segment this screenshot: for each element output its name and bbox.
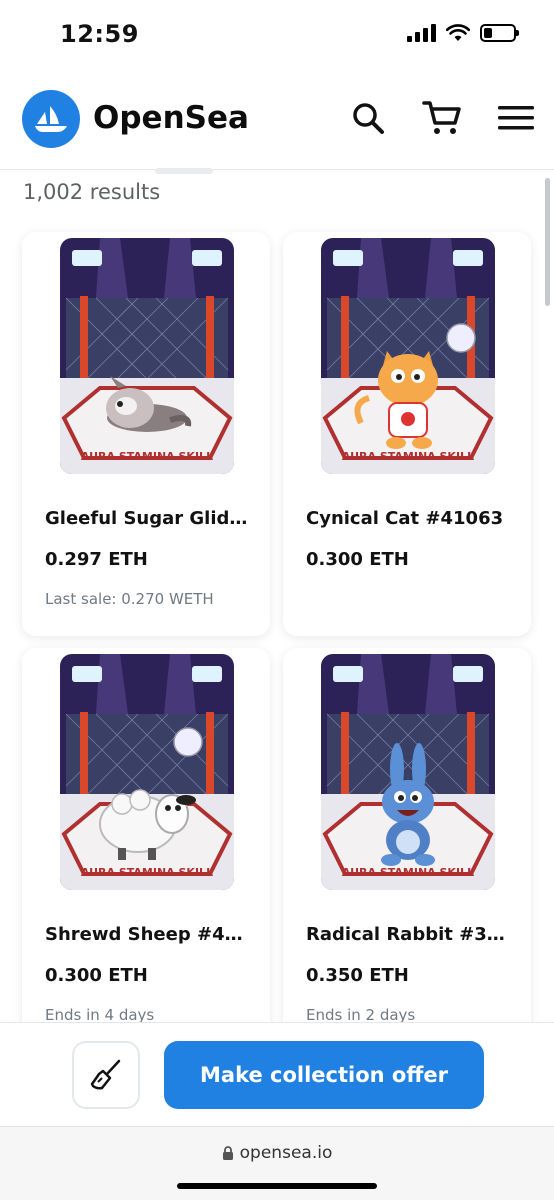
results-count: 1,002 results: [23, 180, 161, 204]
menu-button[interactable]: [496, 98, 536, 138]
search-icon: [353, 103, 384, 134]
cart-button[interactable]: [422, 98, 462, 138]
wifi-icon: [446, 24, 470, 41]
scrollbar[interactable]: [545, 178, 550, 306]
svg-text:AURA STAMINA SKILL: AURA STAMINA SKILL: [81, 450, 213, 463]
signal-icon: [407, 24, 436, 42]
nft-price: 0.350 ETH: [306, 965, 409, 986]
cart-icon: [422, 101, 461, 134]
opensea-logo-icon[interactable]: [22, 90, 80, 148]
svg-text:AURA STAMINA SKILL: AURA STAMINA SKILL: [342, 450, 474, 463]
browser-bar: opensea.io: [0, 1126, 554, 1200]
nft-image[interactable]: AURA STAMINA SKILL: [60, 654, 234, 890]
url-text: opensea.io: [239, 1143, 333, 1163]
nft-name: Shrewd Sheep #4…: [45, 924, 243, 945]
menu-icon: [498, 106, 534, 130]
status-time: 12:59: [60, 20, 139, 48]
status-icons: [407, 24, 519, 42]
make-collection-offer-button[interactable]: Make collection offer: [164, 1041, 484, 1109]
url-field[interactable]: opensea.io: [0, 1143, 554, 1163]
nft-image[interactable]: AURA STAMINA SKILL: [60, 238, 234, 474]
home-indicator[interactable]: [177, 1183, 377, 1189]
status-bar: 12:59: [0, 0, 554, 74]
nft-price: 0.300 ETH: [45, 965, 148, 986]
nft-card[interactable]: AURA STAMINA SKILL Shrewd Sheep #4… 0.300…: [22, 648, 270, 1052]
nft-price: 0.300 ETH: [306, 549, 409, 570]
nft-card[interactable]: AURA STAMINA SKILL Cynical Cat #41063 0.3…: [283, 232, 531, 636]
svg-text:AURA STAMINA SKILL: AURA STAMINA SKILL: [81, 866, 213, 879]
lock-icon: [222, 1145, 233, 1160]
app-header: OpenSea: [0, 74, 554, 170]
nft-card[interactable]: AURA STAMINA SKILL Gleeful Sugar Glid… 0.…: [22, 232, 270, 636]
svg-text:AURA STAMINA SKILL: AURA STAMINA SKILL: [342, 866, 474, 879]
battery-icon: [480, 24, 519, 42]
nft-name: Gleeful Sugar Glid…: [45, 508, 248, 529]
nft-image[interactable]: AURA STAMINA SKILL: [321, 238, 495, 474]
nft-card[interactable]: AURA STAMINA SKILL Radical Rabbit #3… 0.3…: [283, 648, 531, 1052]
pull-handle: [155, 168, 213, 174]
sweep-button[interactable]: [72, 1041, 140, 1109]
nft-price: 0.297 ETH: [45, 549, 148, 570]
nft-name: Radical Rabbit #3…: [306, 924, 505, 945]
broom-icon: [90, 1059, 121, 1090]
brand-name[interactable]: OpenSea: [93, 100, 249, 136]
nft-image[interactable]: AURA STAMINA SKILL: [321, 654, 495, 890]
search-button[interactable]: [348, 98, 388, 138]
nft-subtext: Last sale: 0.270 WETH: [45, 590, 214, 608]
bottom-action-bar: Make collection offer: [0, 1022, 554, 1126]
nft-name: Cynical Cat #41063: [306, 508, 504, 529]
